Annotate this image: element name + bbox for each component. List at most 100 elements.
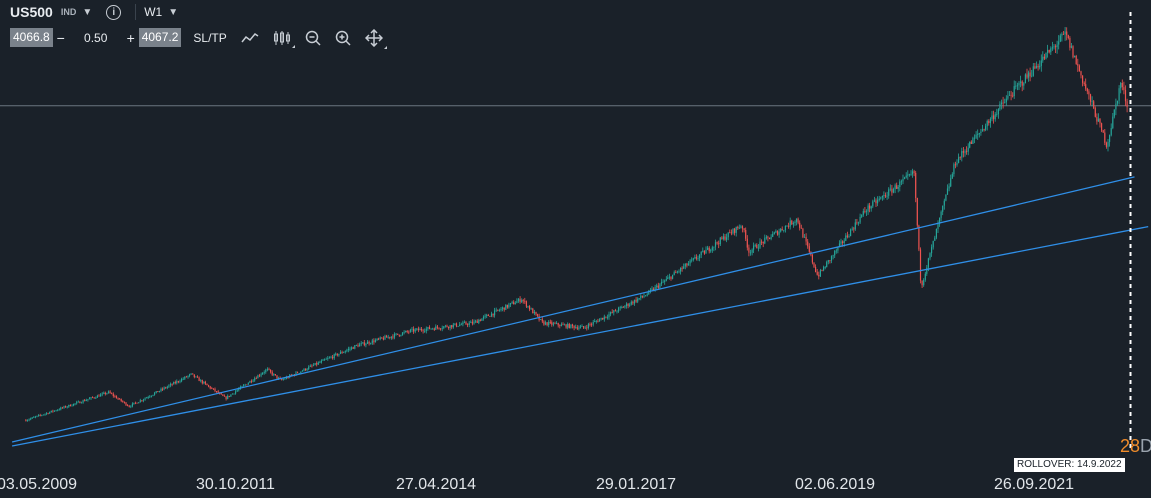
symbol-dropdown-icon[interactable]: ▼ xyxy=(82,7,92,18)
candle-body xyxy=(546,322,548,326)
trendline[interactable] xyxy=(11,225,1149,447)
zoom-in-icon[interactable] xyxy=(335,30,351,46)
candle-body xyxy=(767,236,769,238)
candle-body xyxy=(1105,142,1107,147)
candle-body xyxy=(867,205,869,212)
candle-body xyxy=(223,395,226,397)
candle-body xyxy=(889,188,891,190)
candle-body xyxy=(47,413,49,414)
candle-body xyxy=(675,272,677,274)
candle-body xyxy=(473,321,475,324)
sltp-button[interactable]: SL/TP xyxy=(193,31,226,45)
candle-body xyxy=(978,133,980,135)
candle-body xyxy=(1066,31,1068,36)
candle-body xyxy=(751,249,753,253)
candle-body xyxy=(492,313,494,316)
candle-body xyxy=(1013,86,1015,96)
candle-body xyxy=(112,393,114,396)
symbol-name[interactable]: US500 xyxy=(10,4,53,20)
candle-body xyxy=(1074,55,1076,58)
candle-body xyxy=(154,392,156,395)
candle-body xyxy=(192,373,194,375)
candle-body xyxy=(981,129,984,132)
candle-body xyxy=(904,177,906,179)
x-tick-label: 26.09.2021 xyxy=(994,476,1075,493)
quantity-decrease-button[interactable]: − xyxy=(53,30,69,46)
candle-body xyxy=(815,267,817,272)
candle-body xyxy=(227,395,229,399)
candle-body xyxy=(174,382,176,383)
candle-body xyxy=(368,341,370,344)
timeframe-select[interactable]: W1 xyxy=(144,5,162,19)
candle-body xyxy=(603,316,605,320)
candle-body xyxy=(994,114,996,120)
candle-body xyxy=(996,114,998,115)
candle-body xyxy=(1075,55,1077,64)
candle-body xyxy=(875,200,877,204)
candle-body xyxy=(449,325,451,328)
candle-body xyxy=(756,244,758,249)
candle-body xyxy=(823,267,825,271)
candlestick-icon[interactable] xyxy=(273,30,295,48)
candle-body xyxy=(986,121,988,127)
candle-body xyxy=(605,316,607,318)
candle-body xyxy=(687,263,690,266)
candle-body xyxy=(762,241,764,244)
candle-body xyxy=(465,322,467,325)
candle-body xyxy=(486,314,488,316)
candle-body xyxy=(786,225,788,227)
candle-body xyxy=(1097,118,1100,122)
candle-body xyxy=(967,147,969,152)
candle-body xyxy=(850,229,852,237)
candle-body xyxy=(220,393,222,395)
trendline[interactable] xyxy=(11,176,1135,443)
candle-body xyxy=(757,247,759,249)
zoom-out-icon[interactable] xyxy=(305,30,321,46)
candle-body xyxy=(1064,31,1066,35)
candle-body xyxy=(60,407,62,410)
candle-body xyxy=(428,327,431,330)
candle-body xyxy=(414,329,416,332)
ask-price-button[interactable]: 4067.2 xyxy=(138,28,182,47)
candle-body xyxy=(883,195,885,196)
candle-body xyxy=(896,185,898,189)
quantity-increase-button[interactable]: + xyxy=(123,30,139,46)
candle-body xyxy=(495,309,497,311)
bid-price-button[interactable]: 4066.8 xyxy=(10,28,53,47)
candle-body xyxy=(765,236,767,238)
candle-body xyxy=(966,151,968,152)
candle-body xyxy=(541,319,543,322)
candle-body xyxy=(1035,66,1038,69)
line-chart-icon[interactable] xyxy=(241,32,259,44)
candle-body xyxy=(975,134,977,138)
candle-body xyxy=(1037,66,1039,68)
candle-body xyxy=(784,226,786,230)
quantity-input[interactable]: 0.50 xyxy=(69,31,123,45)
candle-body xyxy=(768,237,771,239)
price-chart[interactable] xyxy=(0,0,1151,498)
candle-body xyxy=(1039,66,1041,68)
candle-body xyxy=(475,320,477,322)
candle-body xyxy=(576,327,578,329)
candle-body xyxy=(341,352,343,353)
candle-body xyxy=(193,374,195,377)
candle-body xyxy=(811,255,813,263)
candle-body xyxy=(359,344,361,347)
timeframe-dropdown-icon[interactable]: ▼ xyxy=(168,7,178,18)
candle-body xyxy=(42,414,44,416)
candle-body xyxy=(807,241,809,247)
candle-body xyxy=(543,321,545,325)
trade-toolbar: 4066.8 − 0.50 + 4067.2 SL/TP xyxy=(10,27,387,49)
candle-body xyxy=(926,267,928,274)
candle-body xyxy=(1085,84,1087,89)
candle-body xyxy=(409,329,411,332)
candle-body xyxy=(301,370,303,372)
move-icon[interactable] xyxy=(364,28,387,49)
candle-body xyxy=(864,211,866,212)
candle-body xyxy=(583,326,585,328)
candle-body xyxy=(34,416,36,418)
candle-body xyxy=(1029,72,1031,77)
symbol-toolbar: US500 IND ▼ i W1 ▼ xyxy=(0,0,1151,24)
info-icon[interactable]: i xyxy=(106,4,122,20)
candle-body xyxy=(201,380,203,384)
